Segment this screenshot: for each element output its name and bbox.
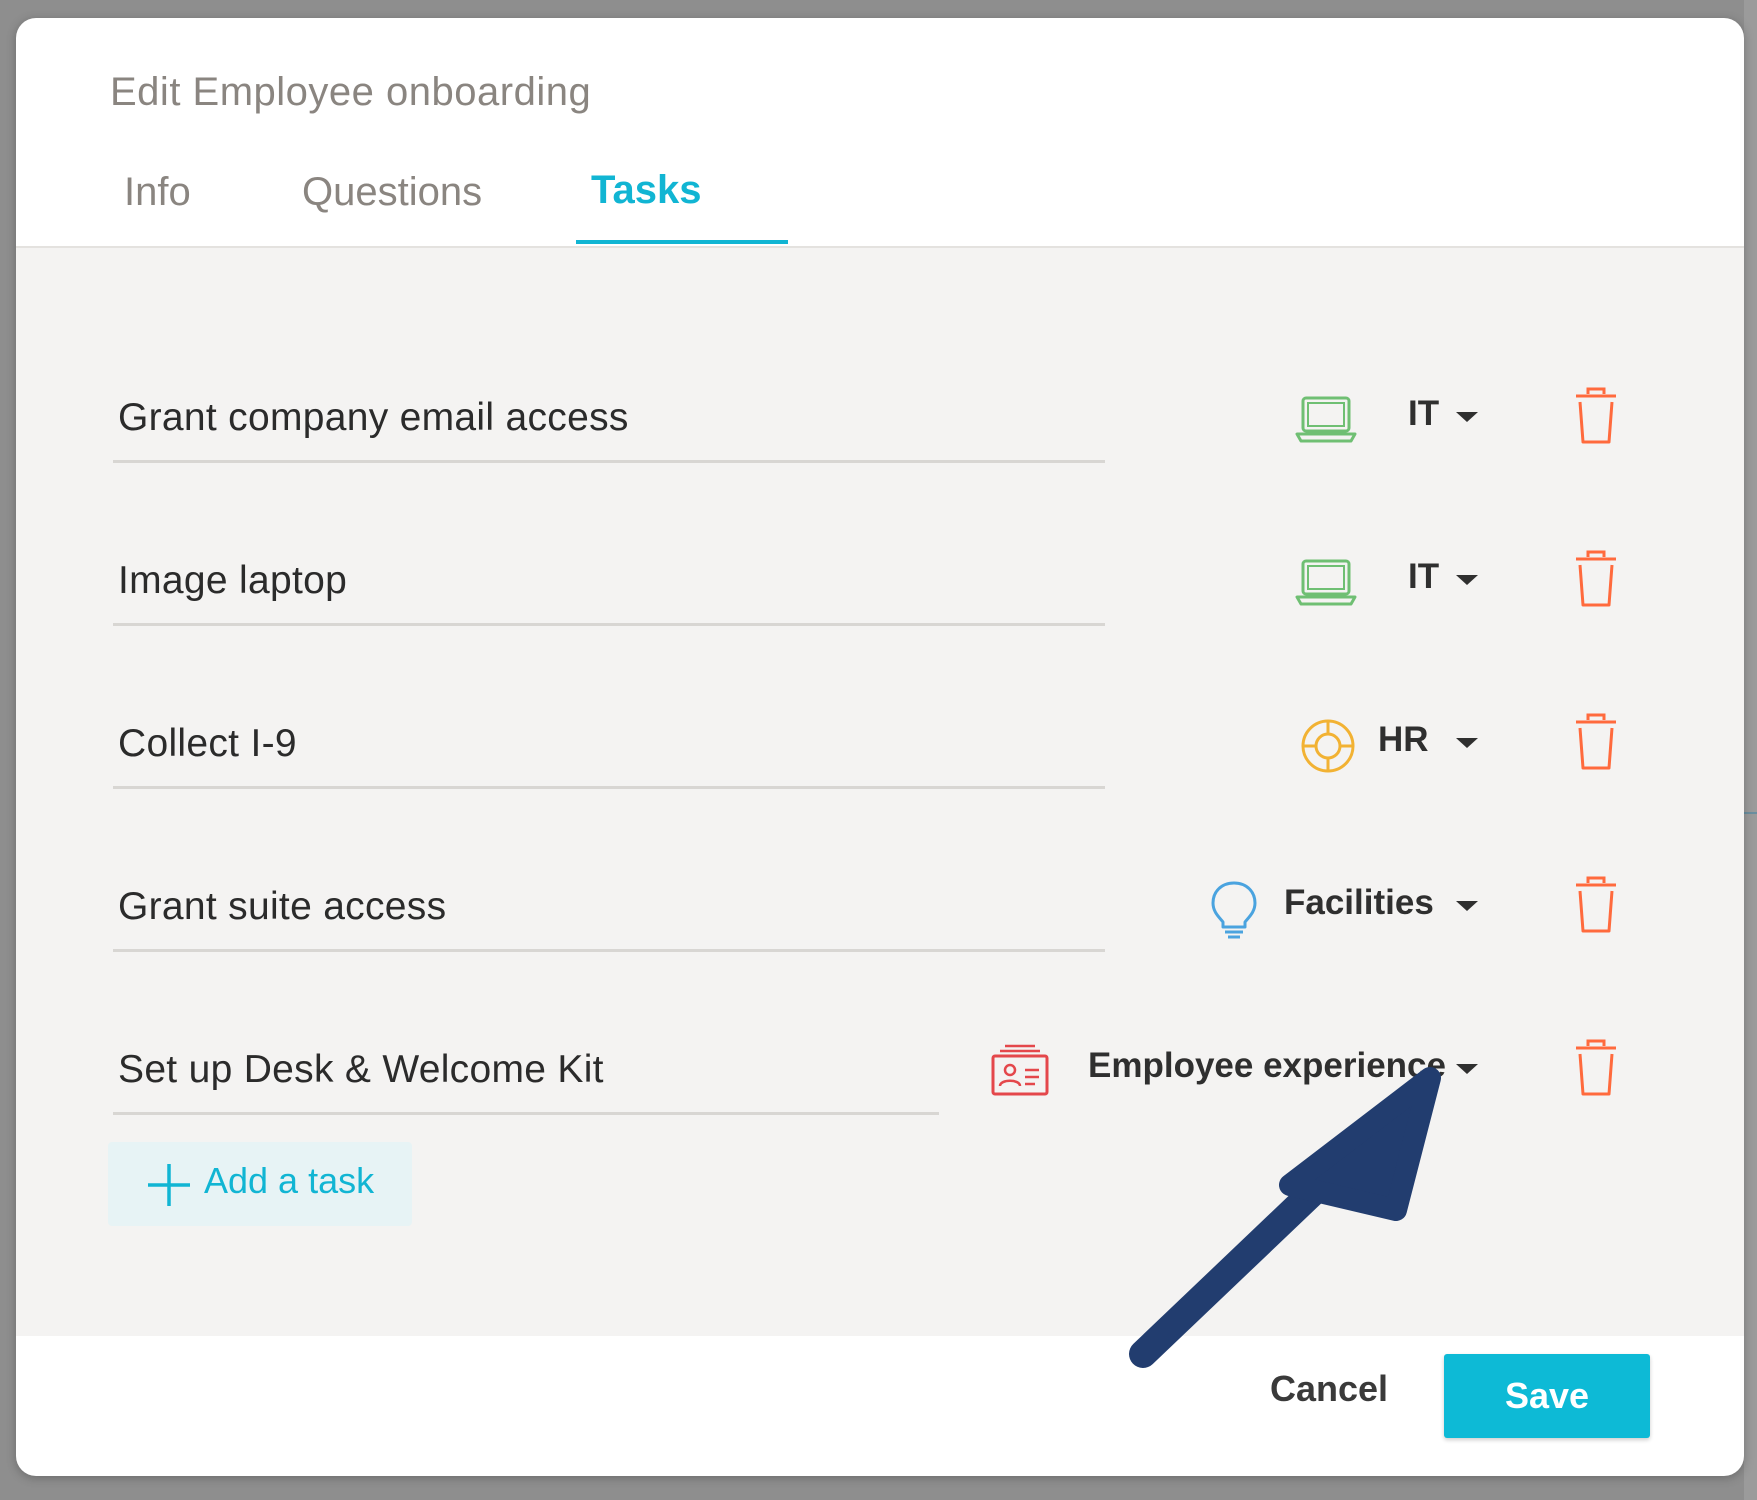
tab-questions[interactable]: Questions xyxy=(302,170,482,215)
chevron-down-icon[interactable] xyxy=(1456,901,1478,911)
task-row: Grant company email access IT xyxy=(16,384,1744,504)
task-input-underline xyxy=(113,949,1105,952)
category-select[interactable]: IT xyxy=(1408,557,1439,597)
tab-tasks[interactable]: Tasks xyxy=(591,168,701,213)
tab-info[interactable]: Info xyxy=(124,170,191,215)
task-input-underline xyxy=(113,1112,939,1115)
add-task-button[interactable]: Add a task xyxy=(108,1142,412,1226)
id-card-icon xyxy=(991,1044,1049,1096)
cancel-button[interactable]: Cancel xyxy=(1270,1368,1388,1410)
trash-icon[interactable] xyxy=(1572,549,1620,609)
task-row: Set up Desk & Welcome Kit Employee exper… xyxy=(16,1036,1744,1156)
chevron-down-icon[interactable] xyxy=(1456,1064,1478,1074)
task-input-underline xyxy=(113,623,1105,626)
task-input-underline xyxy=(113,786,1105,789)
task-row: Collect I-9 HR xyxy=(16,710,1744,830)
backdrop-divider xyxy=(1744,812,1757,814)
trash-icon[interactable] xyxy=(1572,712,1620,772)
category-select[interactable]: Employee experience xyxy=(1088,1046,1446,1086)
chevron-down-icon[interactable] xyxy=(1456,575,1478,585)
chevron-down-icon[interactable] xyxy=(1456,412,1478,422)
plus-icon xyxy=(148,1164,190,1206)
category-select[interactable]: HR xyxy=(1378,720,1429,760)
laptop-icon xyxy=(1295,559,1357,606)
task-row: Grant suite access Facilities xyxy=(16,873,1744,993)
trash-icon[interactable] xyxy=(1572,875,1620,935)
laptop-icon xyxy=(1295,396,1357,443)
tasks-panel: Grant company email access IT Image lapt… xyxy=(16,246,1744,1336)
trash-icon[interactable] xyxy=(1572,386,1620,446)
task-name-input[interactable]: Image laptop xyxy=(118,559,347,603)
backdrop-page-edge xyxy=(1744,0,1757,1500)
add-task-label: Add a task xyxy=(204,1160,375,1201)
modal-title: Edit Employee onboarding xyxy=(110,70,592,114)
save-button[interactable]: Save xyxy=(1444,1354,1650,1438)
trash-icon[interactable] xyxy=(1572,1038,1620,1098)
lightbulb-icon xyxy=(1211,881,1257,939)
task-name-input[interactable]: Grant company email access xyxy=(118,396,629,440)
task-input-underline xyxy=(113,460,1105,463)
lifebuoy-icon xyxy=(1301,719,1355,773)
category-select[interactable]: IT xyxy=(1408,394,1439,434)
chevron-down-icon[interactable] xyxy=(1456,738,1478,748)
task-row: Image laptop IT xyxy=(16,547,1744,667)
category-select[interactable]: Facilities xyxy=(1284,883,1434,923)
active-tab-indicator xyxy=(576,240,788,244)
task-name-input[interactable]: Set up Desk & Welcome Kit xyxy=(118,1048,604,1092)
edit-onboarding-modal: Edit Employee onboarding Info Questions … xyxy=(16,18,1744,1476)
task-name-input[interactable]: Grant suite access xyxy=(118,885,446,929)
task-name-input[interactable]: Collect I-9 xyxy=(118,722,297,766)
